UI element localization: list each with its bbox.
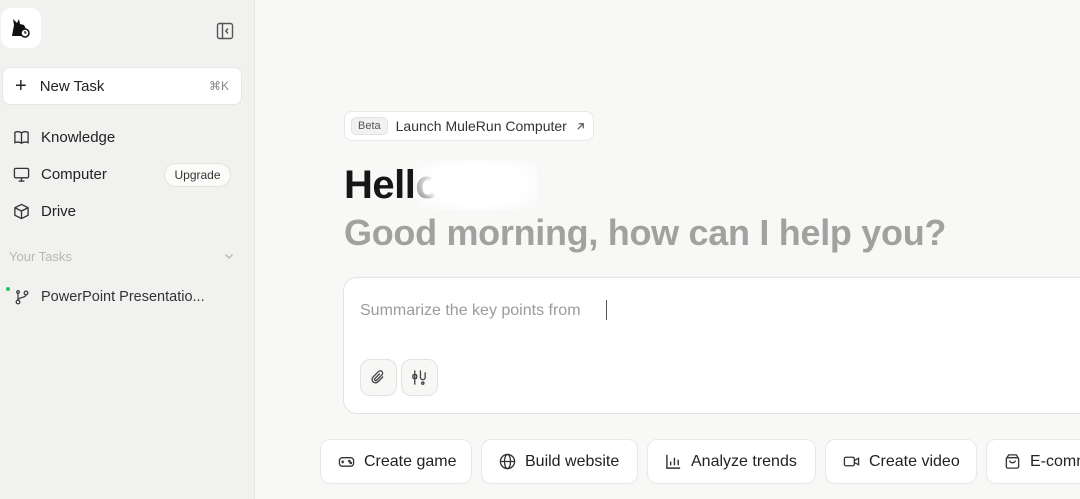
chip-label: Analyze trends	[691, 452, 797, 470]
chip-analyze-trends[interactable]: Analyze trends	[647, 439, 816, 484]
branch-icon	[15, 290, 29, 305]
sidebar-item-label: Drive	[41, 202, 77, 220]
sidebar-item-label: Computer	[41, 165, 107, 183]
paperclip-icon	[371, 370, 384, 384]
sidebar: + New Task ⌘K Knowledge Computer Upgrade	[0, 0, 255, 499]
collapse-sidebar-button[interactable]	[214, 20, 236, 42]
redacted-username	[417, 160, 537, 210]
your-tasks-header[interactable]: Your Tasks	[9, 248, 235, 264]
chip-create-game[interactable]: Create game	[320, 439, 472, 484]
cube-icon	[12, 202, 30, 220]
upgrade-button[interactable]: Upgrade	[164, 163, 231, 187]
chip-build-website[interactable]: Build website	[481, 439, 638, 484]
new-task-label: New Task	[39, 77, 105, 95]
task-status-dot	[6, 287, 10, 291]
sidebar-collapse-icon	[216, 22, 234, 40]
beta-badge: Beta	[351, 117, 388, 135]
plus-icon: +	[15, 75, 27, 97]
sidebar-item-drive[interactable]: Drive	[0, 195, 240, 227]
new-task-shortcut: ⌘K	[208, 79, 229, 93]
chip-e-commerce[interactable]: E-comm	[986, 439, 1080, 484]
prompt-input[interactable]	[360, 300, 1000, 322]
chevron-down-icon	[225, 254, 233, 259]
sidebar-item-label: Knowledge	[41, 128, 116, 146]
tools-icon	[412, 370, 426, 385]
attach-button[interactable]	[360, 359, 397, 396]
text-caret	[606, 300, 607, 320]
chip-label: Build website	[525, 452, 620, 470]
launch-computer-label: Launch MuleRun Computer	[395, 118, 567, 134]
task-item[interactable]: PowerPoint Presentatio...	[0, 284, 240, 310]
monitor-icon	[12, 165, 30, 183]
external-arrow-icon	[577, 122, 584, 130]
main-content: Beta Launch MuleRun Computer Hello Good …	[256, 0, 1080, 499]
section-title-label: Your Tasks	[9, 248, 72, 264]
chip-create-video[interactable]: Create video	[825, 439, 977, 484]
launch-computer-link[interactable]: Beta Launch MuleRun Computer	[344, 111, 594, 141]
chip-label: Create video	[869, 452, 960, 470]
task-label: PowerPoint Presentatio...	[41, 289, 205, 305]
book-icon	[12, 128, 30, 146]
video-icon	[842, 453, 860, 471]
greeting-subtitle: Good morning, how can I help you?	[344, 212, 947, 253]
tools-button[interactable]	[401, 359, 438, 396]
new-task-button[interactable]: + New Task ⌘K	[2, 67, 242, 105]
bar-chart-icon	[664, 453, 682, 471]
prompt-composer	[343, 277, 1080, 414]
chip-label: Create game	[364, 452, 457, 470]
app-logo[interactable]	[1, 8, 41, 48]
globe-icon	[498, 453, 516, 471]
chip-label: E-comm	[1030, 452, 1080, 470]
shopping-bag-icon	[1003, 453, 1021, 471]
sidebar-item-knowledge[interactable]: Knowledge	[0, 121, 240, 153]
mule-logo-icon	[12, 19, 30, 38]
gamepad-icon	[337, 453, 355, 471]
